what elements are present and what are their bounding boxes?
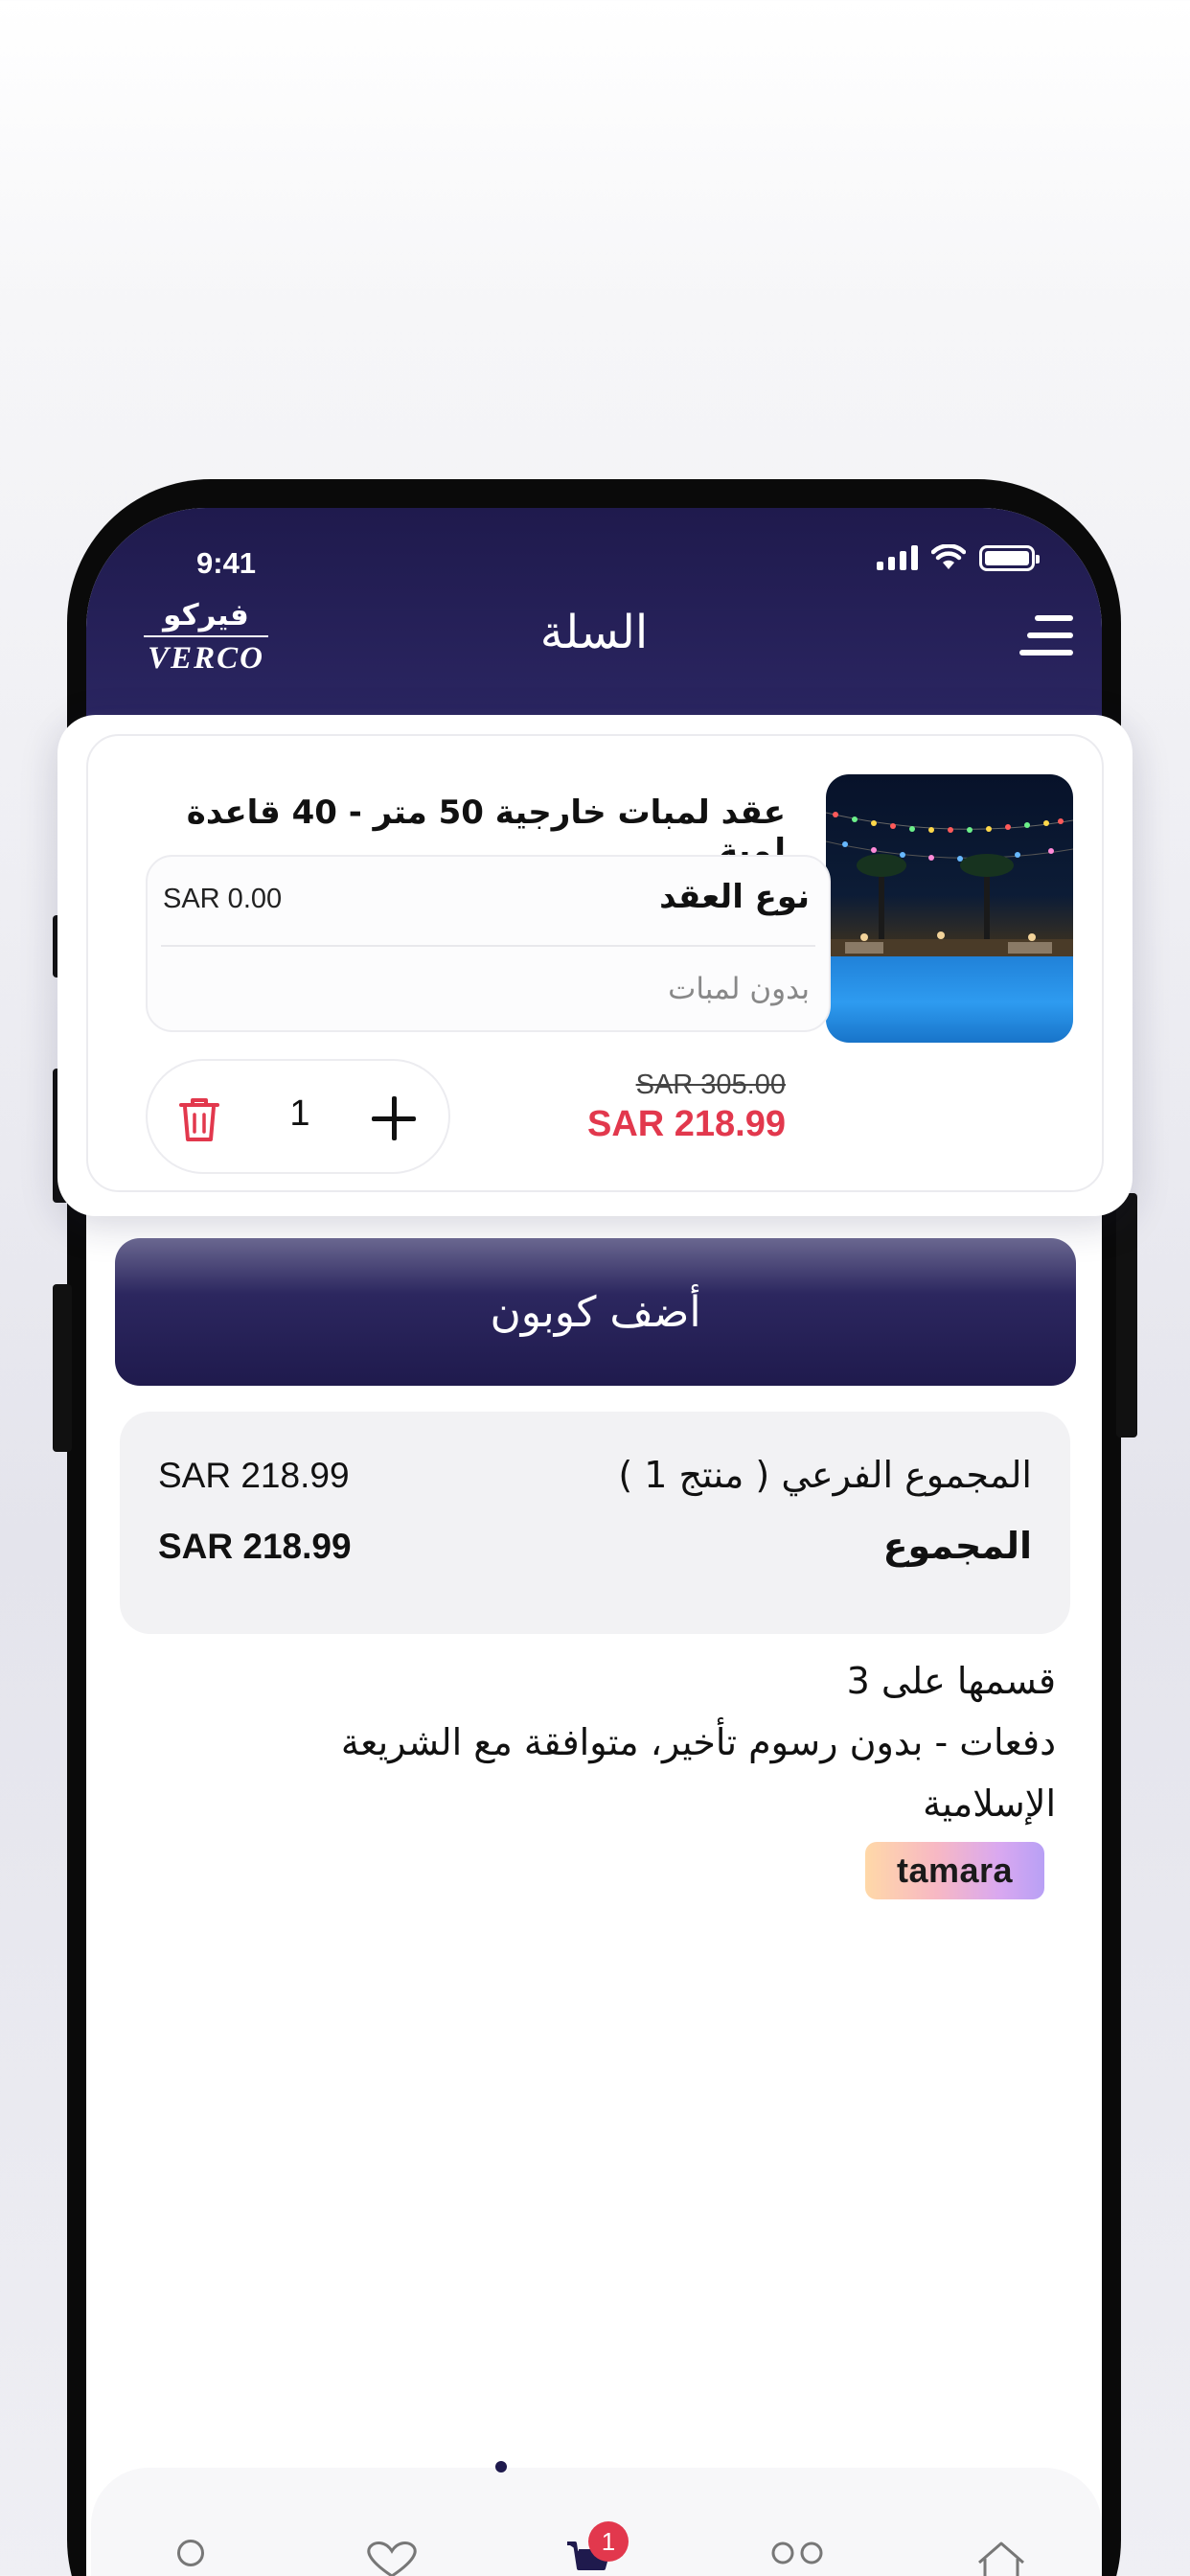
cart-badge: 1 <box>588 2521 629 2562</box>
volume-down-button <box>53 1284 72 1452</box>
quantity-stepper: 1 <box>146 1059 450 1174</box>
option-price: SAR 0.00 <box>163 884 283 914</box>
signal-icon <box>877 545 918 570</box>
tamara-line-3: الإسلامية <box>923 1782 1056 1825</box>
status-icons <box>877 544 1040 571</box>
wifi-icon <box>931 544 966 569</box>
plus-icon[interactable] <box>372 1096 416 1140</box>
cart-item-card: عقد لمبات خارجية 50 متر - 40 قاعدة لمبة … <box>57 715 1133 1216</box>
tamara-line-1: قسمها على 3 <box>846 1660 1056 1702</box>
subtotal-value: SAR 218.99 <box>158 1456 350 1495</box>
option-divider <box>161 945 815 947</box>
active-tab-indicator <box>495 2461 507 2472</box>
order-summary: المجموع الفرعي ( منتج 1 ) SAR 218.99 الم… <box>120 1412 1070 1634</box>
original-price: SAR 305.00 <box>635 1070 786 1100</box>
home-icon[interactable] <box>975 2540 1027 2576</box>
page-title: السلة <box>539 606 649 659</box>
tamara-line-2: دفعات - بدون رسوم تأخير، متوافقة مع الشر… <box>340 1721 1056 1763</box>
product-image[interactable] <box>826 774 1073 1043</box>
cart-item: عقد لمبات خارجية 50 متر - 40 قاعدة لمبة … <box>86 734 1104 1192</box>
categories-icon[interactable] <box>771 2540 825 2566</box>
product-option: نوع العقد SAR 0.00 بدون لمبات <box>146 855 831 1032</box>
subtotal-label: المجموع الفرعي ( منتج 1 ) <box>618 1454 1032 1496</box>
add-coupon-button[interactable]: أضف كوبون <box>115 1238 1076 1386</box>
total-label: المجموع <box>882 1525 1032 1567</box>
total-value: SAR 218.99 <box>158 1527 352 1566</box>
option-name: نوع العقد <box>659 878 810 916</box>
trash-icon[interactable] <box>178 1095 220 1143</box>
tamara-promo-text: قسمها على 3 دفعات - بدون رسوم تأخير، متو… <box>194 1650 1056 1834</box>
search-icon[interactable] <box>177 2540 204 2566</box>
option-value: بدون لمبات <box>668 972 810 1006</box>
battery-icon <box>979 544 1040 571</box>
status-time: 9:41 <box>196 546 257 580</box>
sale-price: SAR 218.99 <box>586 1104 786 1144</box>
heart-icon[interactable] <box>362 2540 422 2576</box>
power-button <box>1116 1193 1137 1438</box>
menu-icon[interactable] <box>1019 615 1073 659</box>
tamara-logo[interactable]: tamara <box>865 1842 1044 1899</box>
quantity-value: 1 <box>289 1093 310 1134</box>
